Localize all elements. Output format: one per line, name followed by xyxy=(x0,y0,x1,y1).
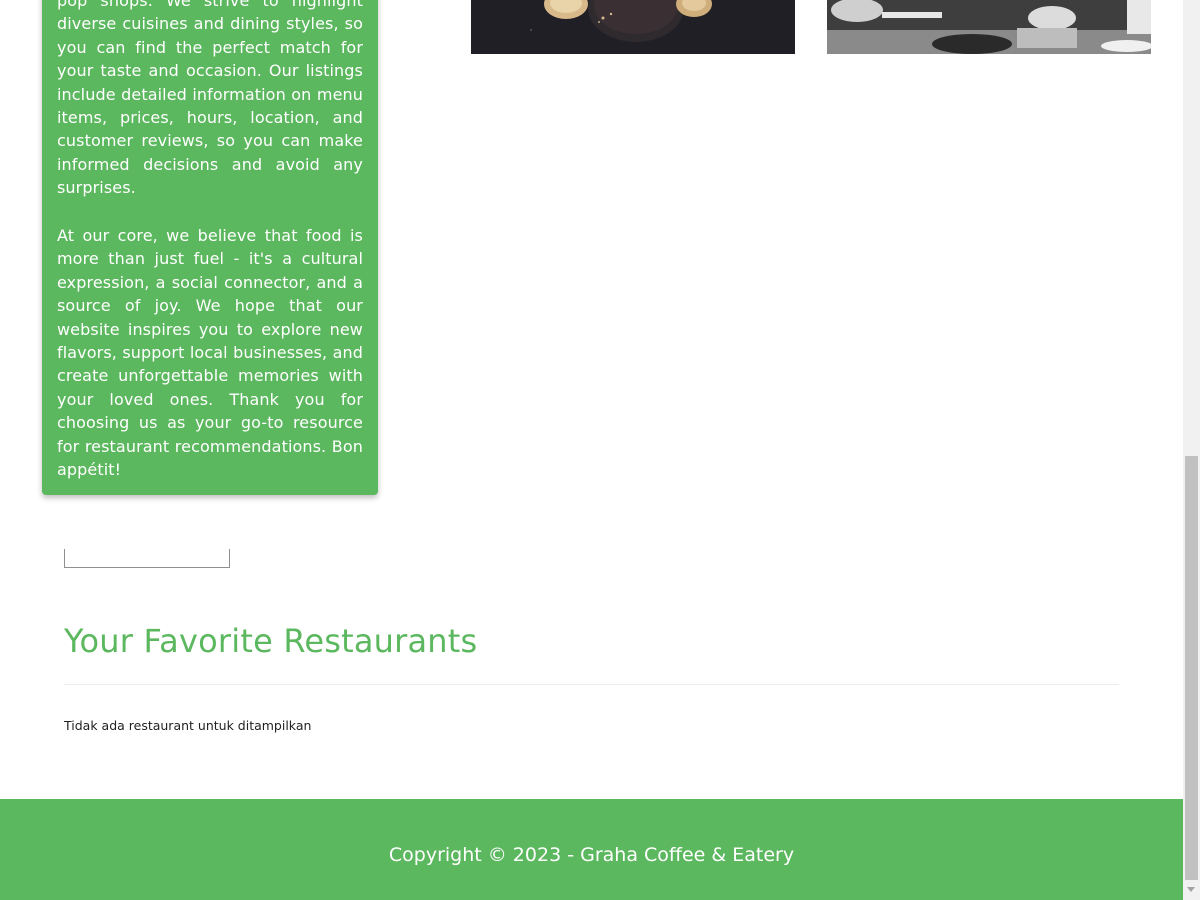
empty-state-message: Tidak ada restaurant untuk ditampilkan xyxy=(64,718,312,733)
footer-copyright: Copyright © 2023 - Graha Coffee & Eatery xyxy=(388,843,795,866)
footer: Copyright © 2023 - Graha Coffee & Eatery xyxy=(0,799,1183,900)
favorites-title: Your Favorite Restaurants xyxy=(64,622,478,660)
scrollbar-thumb[interactable] xyxy=(1185,456,1198,880)
about-paragraph-1: pop shops. We strive to highlight divers… xyxy=(57,0,363,198)
search-input[interactable] xyxy=(64,549,230,568)
vertical-scrollbar[interactable] xyxy=(1183,0,1200,900)
about-paragraph-2: At our core, we believe that food is mor… xyxy=(57,226,363,480)
page: pop shops. We strive to highlight divers… xyxy=(0,0,1183,900)
chef-photo xyxy=(827,0,1151,54)
food-photo xyxy=(471,0,795,54)
about-card: pop shops. We strive to highlight divers… xyxy=(42,0,378,495)
scroll-down-arrow-icon[interactable] xyxy=(1187,887,1195,892)
divider xyxy=(64,684,1119,685)
